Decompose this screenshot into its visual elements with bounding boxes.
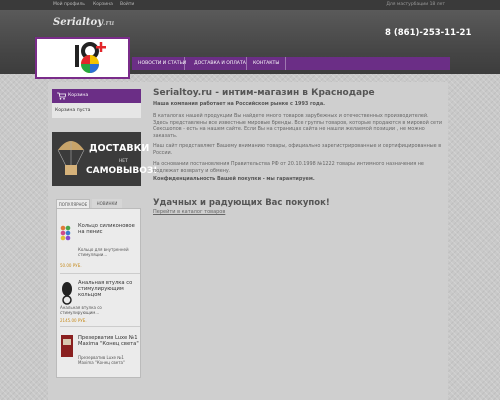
page-title: Serialtoy.ru - интим-магазин в Краснодар… bbox=[153, 88, 375, 98]
product-list: Кольцо силиконовое на пенис Кольцо для в… bbox=[56, 208, 141, 378]
list-item[interactable]: Презерватив Luxe №1 Maxima "Конец света"… bbox=[60, 326, 140, 375]
eighteen-plus-icon bbox=[75, 42, 106, 73]
nav-news[interactable]: НОВОСТИ И СТАТЬИ bbox=[138, 61, 186, 66]
content-paragraph: На основании постановления Правительства… bbox=[153, 161, 424, 174]
main-nav: НОВОСТИ И СТАТЬИ ДОСТАВКА И ОПЛАТА КОНТА… bbox=[132, 57, 450, 70]
cart-header[interactable]: Корзина bbox=[52, 89, 141, 103]
nav-contacts[interactable]: КОНТАКТЫ bbox=[253, 61, 279, 66]
content-privacy: Конфиденциальность Вашей покупки - мы га… bbox=[153, 176, 315, 182]
cart-status: Корзина пуста bbox=[55, 108, 91, 113]
banner-line3: САМОВЫВОЗ! bbox=[86, 166, 158, 176]
product-desc: Презерватив Luxe №1 Maxima "Конец света" bbox=[78, 355, 125, 365]
product-price: 50.00 РУБ. bbox=[60, 263, 82, 268]
product-name[interactable]: Презерватив Luxe №1 Maxima "Конец света" bbox=[78, 335, 140, 347]
nav-divider bbox=[285, 57, 286, 70]
content-paragraph: В каталогах нашей продукции Вы найдете м… bbox=[153, 113, 443, 139]
age-18-plus-logo bbox=[35, 37, 130, 79]
banner-line2: НЕТ bbox=[119, 159, 128, 164]
nav-divider bbox=[246, 57, 247, 70]
nav-delivery[interactable]: ДОСТАВКА И ОПЛАТА bbox=[194, 61, 246, 66]
site-logo-text[interactable]: Serialtoy.ru bbox=[53, 17, 114, 28]
product-price: 2145.00 РУБ. bbox=[60, 318, 87, 323]
content-lead: Наша компания работает на Российском рын… bbox=[153, 101, 325, 107]
login-link[interactable]: Войти bbox=[120, 2, 134, 7]
catalog-link[interactable]: Перейти в каталог товаров bbox=[153, 209, 225, 215]
no-delivery-banner[interactable]: ДОСТАВКИ НЕТ САМОВЫВОЗ! bbox=[52, 132, 157, 186]
content-paragraph: Наш сайт представляет Вашему вниманию то… bbox=[153, 143, 442, 156]
tab-popular[interactable]: ПОПУЛЯРНОЕ bbox=[56, 199, 90, 208]
condom-product-thumb bbox=[61, 335, 73, 357]
product-desc: Анальная втулка со стимулирующим... bbox=[60, 305, 102, 315]
top-bar: Мой профиль Корзина Войти Для мастурбаци… bbox=[0, 0, 500, 10]
age-notice: Для мастурбации 18 лет bbox=[386, 2, 445, 7]
cart-link[interactable]: Корзина bbox=[93, 2, 113, 7]
nav-divider bbox=[184, 57, 185, 70]
product-name[interactable]: Анальная втулка со стимулирующим кольцом bbox=[78, 280, 140, 298]
parachute-box-icon bbox=[57, 141, 85, 175]
banner-line1: ДОСТАВКИ bbox=[89, 143, 150, 154]
cart-icon bbox=[57, 92, 66, 100]
ring-product-thumb bbox=[60, 225, 71, 241]
plug-product-thumb bbox=[62, 282, 72, 305]
wish-heading: Удачных и радующих Вас покупок! bbox=[153, 198, 330, 208]
my-profile-link[interactable]: Мой профиль bbox=[53, 2, 85, 7]
list-item[interactable]: Кольцо силиконовое на пенис Кольцо для в… bbox=[60, 223, 140, 271]
product-desc: Кольцо для внутренней стимуляции... bbox=[78, 247, 129, 257]
cart-title: Корзина bbox=[68, 93, 89, 98]
cart-body: Корзина пуста bbox=[52, 103, 141, 118]
phone-number: 8 (861)-253-11-21 bbox=[385, 28, 472, 38]
product-name[interactable]: Кольцо силиконовое на пенис bbox=[78, 223, 140, 235]
tab-new[interactable]: НОВИНКИ bbox=[92, 199, 122, 208]
list-item[interactable]: Анальная втулка со стимулирующим кольцом… bbox=[60, 273, 140, 324]
